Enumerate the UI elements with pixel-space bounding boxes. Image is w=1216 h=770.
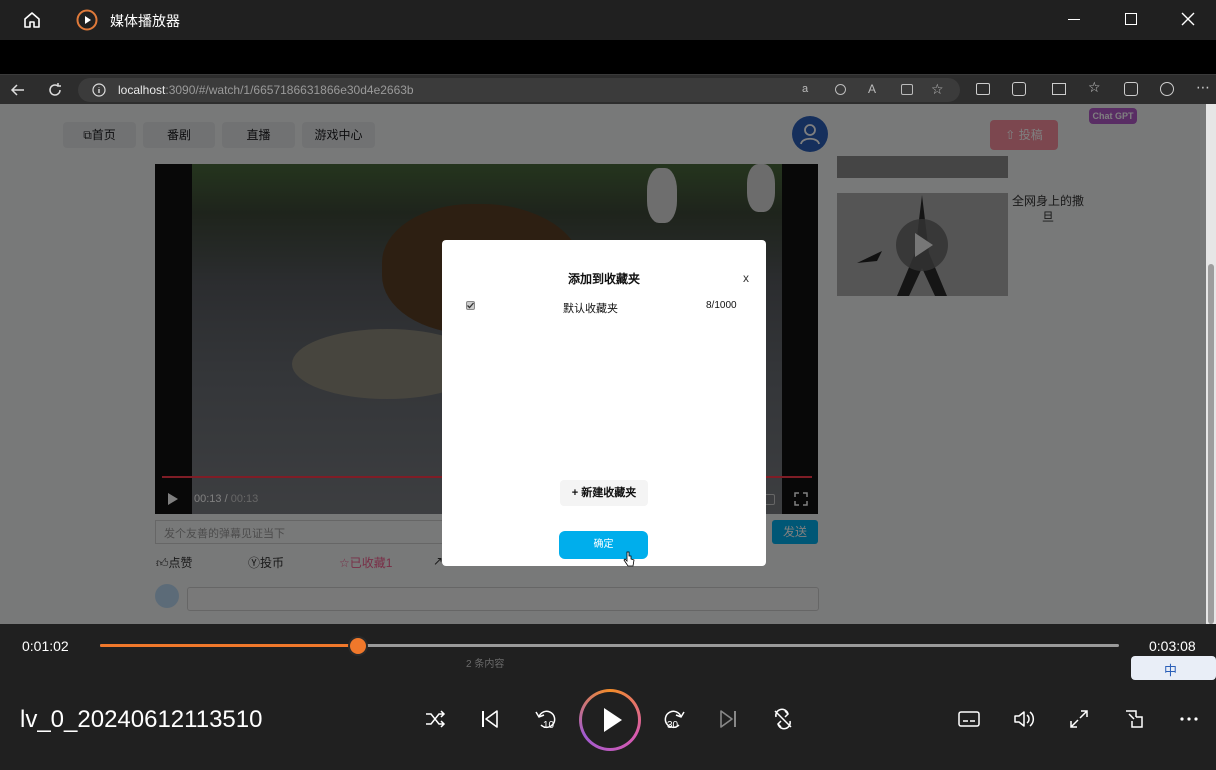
page-scrollbar[interactable] xyxy=(1206,104,1216,698)
window-title: 媒体播放器 xyxy=(110,13,180,29)
dialog-close-button[interactable]: x xyxy=(743,271,749,285)
forward-30-icon[interactable]: 30 xyxy=(662,707,686,731)
total-time: 0:03:08 xyxy=(1149,638,1196,654)
favorites-dialog: 添加到收藏夹 x 默认收藏夹 8/1000 + 新建收藏夹 确定 xyxy=(442,240,766,567)
svg-text:10: 10 xyxy=(543,720,555,731)
next-icon[interactable] xyxy=(718,709,738,729)
fullscreen-icon[interactable] xyxy=(1069,709,1089,729)
folder-name[interactable]: 默认收藏夹 xyxy=(563,300,618,316)
back-icon[interactable] xyxy=(10,82,26,98)
app-icon xyxy=(76,9,98,31)
web-page: ⧉首页 番剧 直播 游戏中心 ⇧ 投稿 Chat GPT 全网身上的撒旦 xyxy=(0,104,1206,698)
folder-checkbox[interactable] xyxy=(466,301,475,310)
url-host: localhost xyxy=(118,83,166,97)
new-folder-button[interactable]: + 新建收藏夹 xyxy=(560,480,648,506)
mouse-cursor-icon xyxy=(623,551,635,567)
dialog-title: 添加到收藏夹 xyxy=(567,272,640,286)
maximize-icon[interactable] xyxy=(1125,13,1137,25)
comment-count: 2 条内容 xyxy=(466,659,505,670)
split-screen-icon[interactable] xyxy=(976,83,990,95)
miniplayer-icon[interactable] xyxy=(1124,709,1144,729)
shuffle-icon[interactable] xyxy=(424,709,446,729)
seek-progress xyxy=(100,644,358,647)
favorites-icon[interactable]: ☆ xyxy=(1088,79,1101,96)
video-frame: localhost:3090/#/watch/1/6657186631866e3… xyxy=(0,40,1216,698)
seek-thumb[interactable] xyxy=(349,638,366,654)
info-icon[interactable] xyxy=(92,83,106,97)
subtitles-icon[interactable] xyxy=(958,711,980,727)
svg-text:30: 30 xyxy=(667,720,679,731)
current-time: 0:01:02 xyxy=(22,638,69,654)
title-bar: 媒体播放器 xyxy=(0,0,1216,40)
address-bar[interactable]: localhost:3090/#/watch/1/6657186631866e3… xyxy=(78,78,960,102)
previous-icon[interactable] xyxy=(480,709,500,729)
more-icon[interactable] xyxy=(1180,716,1198,722)
zoom-icon[interactable] xyxy=(835,84,846,95)
play-button-inner xyxy=(582,692,638,748)
reading-view-icon[interactable] xyxy=(1052,83,1066,95)
extensions-icon[interactable] xyxy=(1012,82,1026,96)
scroll-thumb[interactable] xyxy=(1208,264,1214,624)
play-button[interactable] xyxy=(579,689,641,751)
volume-icon[interactable] xyxy=(1013,709,1037,729)
home-icon[interactable] xyxy=(22,10,42,30)
folder-count: 8/1000 xyxy=(706,300,737,311)
ime-toolbar[interactable]: 中 xyxy=(1131,656,1216,680)
play-icon xyxy=(604,708,622,732)
browser-menu-icon[interactable]: ⋯ xyxy=(1196,79,1210,96)
refresh-icon[interactable] xyxy=(47,82,63,98)
collections-icon[interactable] xyxy=(1124,82,1138,96)
url-path: :3090/#/watch/1/6657186631866e30d4e2663b xyxy=(165,83,414,97)
favorite-star-icon[interactable]: ☆ xyxy=(931,81,944,98)
copilot-icon[interactable] xyxy=(1160,82,1174,96)
media-title: lv_0_20240612113510 xyxy=(20,706,263,733)
minimize-icon[interactable] xyxy=(1068,19,1080,20)
close-icon[interactable] xyxy=(1181,12,1195,26)
repeat-icon[interactable] xyxy=(772,708,794,730)
text-icon[interactable]: A xyxy=(868,82,876,96)
read-aloud-icon[interactable]: a xyxy=(802,83,816,97)
rewind-10-icon[interactable]: 10 xyxy=(534,707,558,731)
app-available-icon[interactable] xyxy=(901,84,913,95)
seek-area xyxy=(0,624,1216,698)
browser-toolbar: localhost:3090/#/watch/1/6657186631866e3… xyxy=(0,74,1216,104)
ime-mode[interactable]: 中 xyxy=(1164,660,1177,679)
